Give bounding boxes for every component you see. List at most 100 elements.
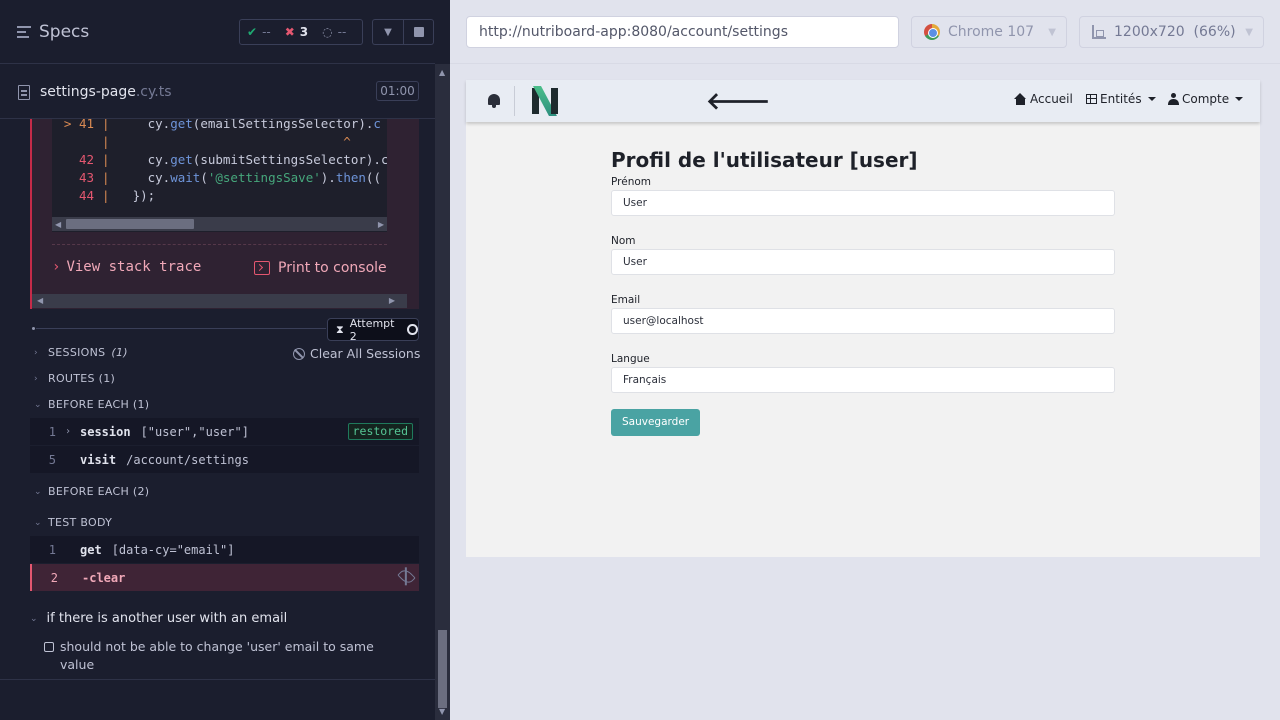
spec-duration: 01:00 <box>376 81 419 101</box>
command-name: -clear <box>82 570 126 585</box>
command-name: visit <box>80 452 117 467</box>
viewport-selector[interactable]: 1200x720 (66%) ▼ <box>1079 16 1264 48</box>
test-body-label: TEST BODY <box>48 516 113 529</box>
viewport-size: 1200x720 (66%) <box>1114 24 1236 40</box>
view-stack-trace-button[interactable]: › View stack trace <box>52 259 201 275</box>
terminal-icon <box>254 261 270 275</box>
back-arrow-icon[interactable]: 🡐 <box>706 89 770 113</box>
nav-account[interactable]: Compte <box>1168 92 1244 106</box>
table-icon <box>1086 94 1097 104</box>
controls-dropdown-button[interactable]: ▼ <box>372 19 403 45</box>
caret-down-icon <box>1147 97 1156 101</box>
suite-title[interactable]: ⌄ if there is another user with an email <box>30 611 287 626</box>
print-to-console-button[interactable]: Print to console <box>254 260 387 276</box>
specs-button[interactable]: Specs <box>17 22 89 42</box>
view-stack-trace-label: View stack trace <box>66 259 202 275</box>
test-item[interactable]: should not be able to change 'user' emai… <box>44 638 394 674</box>
failed-count: 3 <box>299 25 309 39</box>
spec-name: settings-page.cy.ts <box>40 84 172 100</box>
scroll-thumb[interactable] <box>66 219 194 229</box>
line-number: > 41 <box>63 119 94 131</box>
language-label: Langue <box>611 353 650 365</box>
email-field: Email <box>611 294 1116 351</box>
settings-form: Profil de l'utilisateur [user] Prénom No… <box>611 146 1116 436</box>
command-session[interactable]: 1 › session ["user","user"] restored <box>30 418 419 445</box>
stop-icon <box>413 27 424 37</box>
command-name: session <box>80 424 131 439</box>
first-name-input[interactable] <box>611 190 1115 216</box>
before-each-1-label: BEFORE EACH (1) <box>48 398 150 411</box>
pending-count: -- <box>337 25 347 39</box>
chevron-right-icon: › <box>34 373 38 384</box>
attempt-label: Attempt 2 <box>349 316 395 343</box>
command-number: 5 <box>48 452 56 467</box>
code-frame: > 41 | cy.get(emailSettingsSelector).c | … <box>52 119 387 232</box>
chevron-down-icon: ▼ <box>1048 26 1056 38</box>
spec-file-ext: .cy.ts <box>135 84 172 100</box>
test-body-section[interactable]: ⌄ TEST BODY <box>34 516 112 529</box>
browser-selector[interactable]: Chrome 107 ▼ <box>911 16 1067 48</box>
chevron-right-icon[interactable]: › <box>56 426 80 437</box>
routes-label: ROUTES (1) <box>48 372 116 385</box>
spec-row: settings-page.cy.ts <box>0 65 435 119</box>
menu-icon <box>17 26 31 38</box>
chevron-down-icon: ⌄ <box>30 613 38 624</box>
caret-down-icon <box>1235 97 1244 101</box>
chevron-right-icon: › <box>34 347 38 358</box>
email-label: Email <box>611 294 641 306</box>
check-icon: ✔ <box>247 25 258 39</box>
pending-stat: ◌ -- <box>315 25 353 39</box>
browser-name: Chrome 107 <box>948 24 1035 40</box>
x-icon: ✖ <box>284 25 295 39</box>
chevron-down-icon: ▼ <box>384 26 392 38</box>
last-name-input[interactable] <box>611 249 1115 275</box>
bell-icon[interactable] <box>487 94 501 108</box>
spec-file-name: settings-page <box>40 84 136 100</box>
print-to-console-label: Print to console <box>278 260 387 276</box>
email-input[interactable] <box>611 308 1115 334</box>
nav-entities-label: Entités <box>1100 92 1142 106</box>
spinner-icon <box>407 324 418 335</box>
test-stats: ✔ -- ✖ 3 ◌ -- <box>239 19 363 45</box>
routes-section[interactable]: › ROUTES (1) <box>34 372 115 385</box>
failed-stat: ✖ 3 <box>278 25 315 39</box>
code-line: | ^ <box>102 134 351 149</box>
pending-icon: ◌ <box>322 25 333 39</box>
application-under-test: http://nutriboard-app:8080/account/setti… <box>450 0 1280 720</box>
sessions-count: (1) <box>111 346 128 359</box>
error-horizontal-scrollbar[interactable]: ◀ ▶ <box>32 294 407 308</box>
code-horizontal-scrollbar[interactable]: ◀ ▶ <box>52 217 387 231</box>
nav-home[interactable]: Accueil <box>1014 92 1073 106</box>
scroll-thumb[interactable] <box>438 630 447 708</box>
chevron-right-icon: › <box>52 259 61 275</box>
passed-stat: ✔ -- <box>240 25 278 39</box>
url-bar[interactable]: http://nutriboard-app:8080/account/setti… <box>466 16 899 48</box>
chevron-down-icon: ⌄ <box>34 399 42 410</box>
command-get[interactable]: 1 get [data-cy="email"] <box>30 536 419 563</box>
attempt-divider <box>36 328 326 329</box>
command-visit[interactable]: 5 visit /account/settings <box>30 446 419 473</box>
before-each-1-section[interactable]: ⌄ BEFORE EACH (1) <box>34 398 149 411</box>
nav-entities[interactable]: Entités <box>1086 92 1156 106</box>
sessions-label: SESSIONS <box>48 346 106 359</box>
line-number: 44 <box>78 188 94 203</box>
clear-all-sessions-button[interactable]: Clear All Sessions <box>293 346 420 361</box>
nav-account-label: Compte <box>1182 92 1230 106</box>
command-name: get <box>80 542 102 557</box>
scroll-left-icon: ◀ <box>55 220 62 229</box>
home-icon <box>1014 93 1027 105</box>
reporter-vertical-scrollbar[interactable]: ▲ ▼ <box>435 64 450 720</box>
attempt-tag[interactable]: ⧗ Attempt 2 <box>327 316 419 343</box>
sessions-section[interactable]: › SESSIONS (1) <box>34 346 128 359</box>
scroll-down-icon: ▼ <box>439 707 446 716</box>
command-clear-failed[interactable]: 2 -clear <box>30 564 419 591</box>
before-each-2-section[interactable]: ⌄ BEFORE EACH (2) <box>34 485 149 498</box>
language-select[interactable]: Français <box>611 367 1115 393</box>
scroll-right-icon: ▶ <box>377 220 384 229</box>
chrome-icon <box>924 24 940 40</box>
error-panel: > 41 | cy.get(emailSettingsSelector).c | … <box>30 119 419 309</box>
logo[interactable] <box>532 86 558 116</box>
command-number: 2 <box>50 570 58 585</box>
save-button[interactable]: Sauvegarder <box>611 409 701 436</box>
stop-button[interactable] <box>403 19 434 45</box>
